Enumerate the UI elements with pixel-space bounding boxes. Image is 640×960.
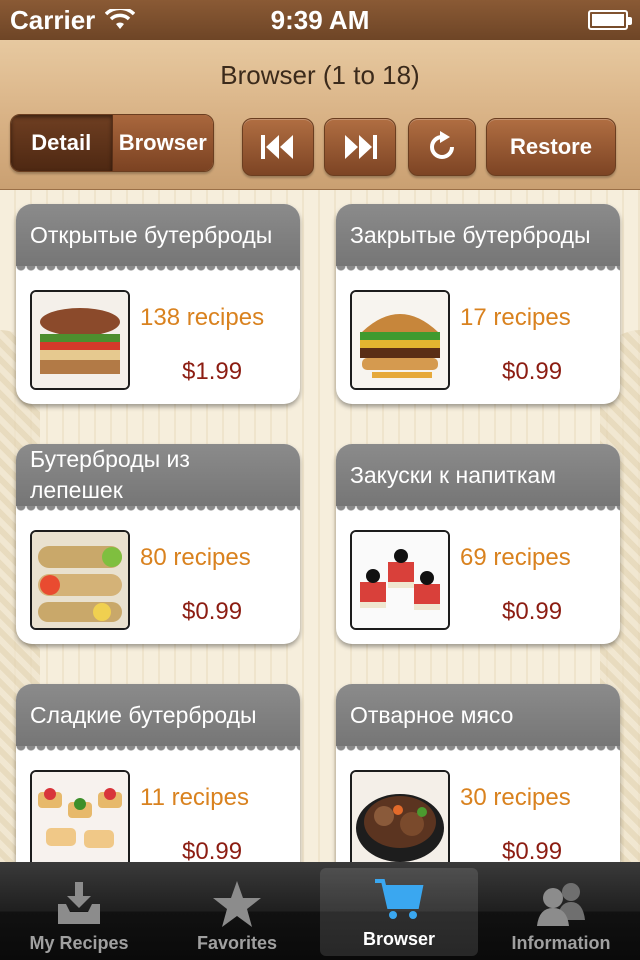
price-label: $0.99	[502, 838, 563, 862]
view-mode-segmented-control: Detail Browser	[10, 114, 214, 172]
category-title: Сладкие бутерброды	[16, 684, 300, 746]
category-title: Открытые бутерброды	[16, 204, 300, 266]
segment-browser[interactable]: Browser	[111, 115, 213, 171]
category-card[interactable]: Отварное мясо 30 recipes $0.99	[336, 684, 620, 862]
skip-forward-icon	[345, 135, 377, 159]
battery-icon	[588, 10, 632, 30]
tab-label: Information	[511, 933, 611, 953]
lace-divider	[336, 746, 620, 756]
category-card[interactable]: Сладкие бутерброды 11 recipes $0.99	[16, 684, 300, 862]
refresh-icon	[430, 131, 454, 159]
shopping-cart-icon	[369, 873, 429, 927]
canapes-image	[352, 532, 448, 628]
tab-my-recipes[interactable]: My Recipes	[0, 862, 158, 960]
wifi-icon	[105, 9, 136, 29]
carrier-info: Carrier	[10, 4, 136, 36]
inbox-download-icon	[49, 877, 109, 931]
price-label: $0.99	[182, 598, 243, 625]
recipe-count: 11 recipes	[140, 784, 249, 811]
carrier-label: Carrier	[10, 4, 96, 35]
star-icon	[207, 877, 267, 931]
price-label: $1.99	[182, 358, 243, 385]
refresh-button[interactable]	[408, 118, 476, 176]
users-icon	[531, 877, 591, 931]
price-label: $0.99	[502, 358, 563, 385]
category-thumbnail	[350, 290, 450, 390]
tab-label: Browser	[362, 929, 436, 949]
lace-divider	[16, 266, 300, 276]
skip-back-icon	[261, 135, 293, 159]
category-title: Закрытые бутерброды	[336, 204, 620, 266]
sweet-sandwiches-image	[32, 772, 128, 862]
category-thumbnail	[30, 290, 130, 390]
tab-label: My Recipes	[29, 933, 129, 953]
recipe-count: 138 recipes	[140, 304, 265, 331]
segment-detail[interactable]: Detail	[11, 115, 112, 171]
recipe-count: 69 recipes	[460, 544, 571, 571]
header-toolbar: Browser (1 to 18) Detail Browser Restore	[0, 40, 640, 190]
recipe-count: 80 recipes	[140, 544, 251, 571]
tab-label: Favorites	[196, 933, 278, 953]
lace-divider	[16, 746, 300, 756]
wraps-image	[32, 532, 128, 628]
price-label: $0.99	[182, 838, 243, 862]
price-label: $0.99	[502, 598, 563, 625]
restore-button[interactable]: Restore	[486, 118, 616, 176]
category-card[interactable]: Закуски к напиткам 69 recipes $0.99	[336, 444, 620, 644]
tab-bar: My Recipes Favorites Browser Information	[0, 862, 640, 960]
lace-divider	[336, 266, 620, 276]
category-grid: Открытые бутерброды 138 recipes $1.99 За…	[0, 190, 640, 862]
recipe-count: 17 recipes	[460, 304, 571, 331]
recipe-count: 30 recipes	[460, 784, 571, 811]
boiled-meat-image	[352, 772, 448, 862]
category-card[interactable]: Открытые бутерброды 138 recipes $1.99	[16, 204, 300, 404]
category-title: Бутерброды из лепешек	[16, 444, 300, 506]
category-card[interactable]: Закрытые бутерброды 17 recipes $0.99	[336, 204, 620, 404]
tab-information[interactable]: Information	[482, 862, 640, 960]
category-title: Закуски к напиткам	[336, 444, 620, 506]
category-title: Отварное мясо	[336, 684, 620, 746]
lace-divider	[336, 506, 620, 516]
category-thumbnail	[30, 530, 130, 630]
tab-favorites[interactable]: Favorites	[158, 862, 316, 960]
page-title: Browser (1 to 18)	[220, 60, 420, 90]
tab-browser[interactable]: Browser	[320, 868, 478, 956]
burger-image	[352, 292, 448, 388]
skip-forward-button[interactable]	[324, 118, 396, 176]
category-thumbnail	[350, 770, 450, 862]
category-thumbnail	[350, 530, 450, 630]
lace-divider	[16, 506, 300, 516]
status-bar: Carrier 9:39 AM	[0, 0, 640, 40]
category-thumbnail	[30, 770, 130, 862]
category-card[interactable]: Бутерброды из лепешек 80 recipes $0.99	[16, 444, 300, 644]
open-sandwich-image	[32, 292, 128, 388]
skip-back-button[interactable]	[242, 118, 314, 176]
